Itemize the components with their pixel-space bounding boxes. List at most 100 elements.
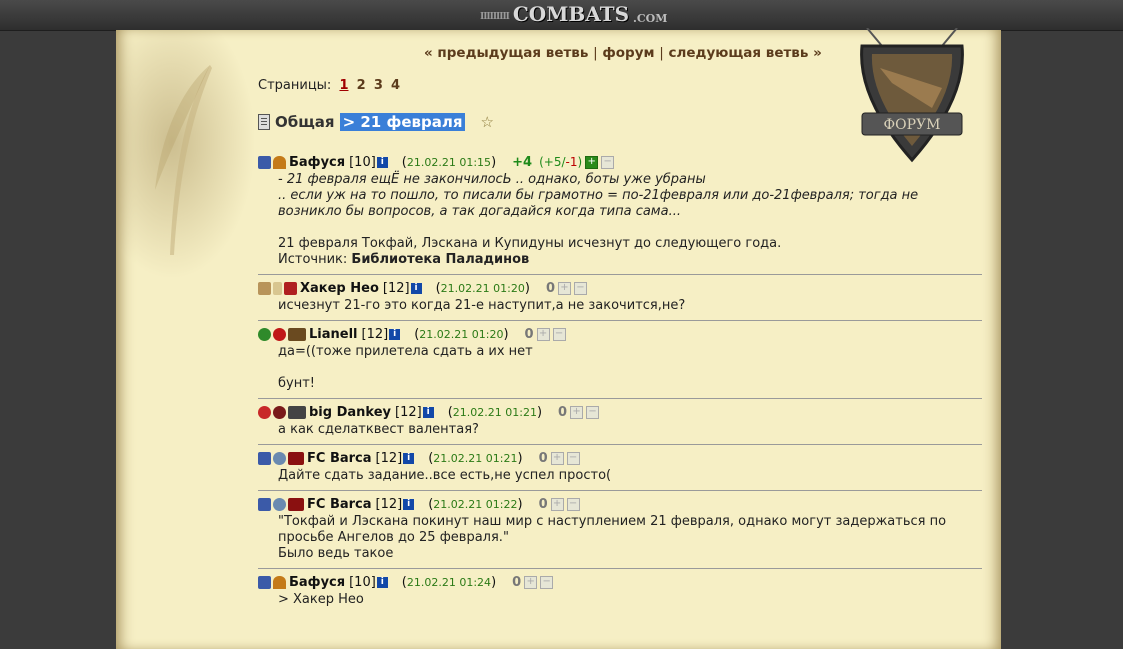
post-level: [12] [361, 326, 389, 342]
post: FC Barca [12] i (21.02.21 01:22) 0 + − "… [258, 491, 982, 569]
clan-emblem-icon[interactable] [273, 155, 286, 169]
vote-minus-button[interactable]: − [552, 327, 566, 341]
post-score: 0 [558, 404, 568, 420]
post-author[interactable]: FC Barca [307, 497, 372, 512]
forum-badge-icon[interactable]: ФОРУМ [842, 28, 982, 168]
post-level: [10] [349, 154, 376, 170]
post-author[interactable]: Бафуся [289, 575, 345, 590]
clan-emblem-icon[interactable] [273, 327, 286, 341]
post: Бафуся [10] i (21.02.21 01:15) +4 (+5/-1… [258, 150, 982, 275]
source-link[interactable]: Библиотека Паладинов [351, 252, 529, 267]
post-body: да=((тоже прилетела сдать а их нет [278, 344, 533, 359]
post-time: (21.02.21 01:21) [447, 404, 543, 420]
thread-title: Общая > 21 февраля ☆ [258, 113, 494, 131]
vote-minus-button[interactable]: − [586, 405, 600, 419]
post-score: 0 [524, 326, 534, 342]
vote-minus-button[interactable]: − [566, 497, 580, 511]
info-icon[interactable]: i [403, 498, 415, 510]
post-body-extra: 21 февраля Токфай, Лэскана и Купидуны ис… [278, 236, 782, 267]
post-body: - 21 февраля ещЁ не закончилосЬ .. однак… [278, 172, 919, 219]
vote-plus-button[interactable]: + [550, 497, 564, 511]
post-body: "Токфай и Лэскана покинут наш мир с наст… [278, 514, 947, 561]
post-author[interactable]: FC Barca [307, 451, 372, 466]
vote-minus-button[interactable]: − [601, 155, 615, 169]
post-body: > Хакер Нео [278, 592, 364, 607]
vote-plus-button[interactable]: + [557, 281, 571, 295]
post-body: а как сделатквест валентая? [278, 422, 479, 437]
page-link-4[interactable]: 4 [391, 78, 400, 93]
thread-name: > 21 февраля [339, 113, 466, 131]
vote-plus-button[interactable]: + [524, 575, 538, 589]
info-icon[interactable]: i [410, 282, 422, 294]
post-time: (21.02.21 01:21) [428, 450, 523, 466]
post-level: [12] [375, 496, 403, 512]
info-icon[interactable]: i [389, 328, 401, 340]
logo-domain: .COM [633, 12, 668, 25]
post: Lianell [12] i (21.02.21 01:20) 0 + − да… [258, 321, 982, 399]
next-thread-link[interactable]: следующая ветвь » [669, 45, 822, 61]
vote-plus-button[interactable]: + [585, 155, 599, 169]
post-score: 0 [538, 496, 548, 512]
page-link-3[interactable]: 3 [374, 78, 383, 93]
top-bar: IIIIIIIII COMBATS .COM [0, 0, 1123, 31]
clan-emblem-icon[interactable] [284, 281, 297, 295]
pagination: Страницы: 1 2 3 4 [258, 78, 400, 93]
forum-badge-label: ФОРУМ [884, 117, 941, 133]
logo-name: COMBATS [512, 2, 630, 26]
vote-plus-button[interactable]: + [550, 451, 564, 465]
page-link-2[interactable]: 2 [357, 78, 366, 93]
nav-separator: | [659, 45, 664, 61]
rank-icon [288, 327, 306, 341]
post-author[interactable]: Lianell [309, 327, 358, 342]
info-icon[interactable]: i [376, 576, 388, 588]
post-author[interactable]: Бафуся [289, 155, 345, 170]
post: Бафуся [10] i (21.02.21 01:24) 0 + − > Х… [258, 569, 982, 614]
rank-icon [288, 405, 306, 419]
vote-minus-button[interactable]: − [566, 451, 580, 465]
clan-emblem-icon[interactable] [273, 405, 286, 419]
thread-category[interactable]: Общая [275, 113, 335, 131]
vote-minus-button[interactable]: − [540, 575, 554, 589]
post: Хакер Нео [12] i (21.02.21 01:20) 0 + − … [258, 275, 982, 321]
clan-emblem-icon[interactable] [288, 451, 304, 465]
forum-link[interactable]: форум [602, 45, 654, 61]
post-time: (21.02.21 01:15) [401, 154, 497, 170]
info-icon[interactable]: i [403, 452, 415, 464]
post-score: 0 [538, 450, 548, 466]
post-level: [12] [382, 280, 410, 296]
align-icon [258, 155, 271, 169]
favorite-star-icon[interactable]: ☆ [480, 113, 493, 131]
clan-emblem-icon[interactable] [288, 497, 304, 511]
vote-plus-button[interactable]: + [536, 327, 550, 341]
post-author[interactable]: big Dankey [309, 405, 391, 420]
clan-emblem-icon[interactable] [273, 575, 286, 589]
vote-minus-button[interactable]: − [573, 281, 587, 295]
vote-plus-button[interactable]: + [570, 405, 584, 419]
combats-logo[interactable]: IIIIIIIII COMBATS .COM [480, 2, 668, 26]
post-level: [10] [349, 574, 376, 590]
align-icon [258, 575, 271, 589]
info-icon[interactable]: i [422, 406, 434, 418]
post-author[interactable]: Хакер Нео [300, 281, 379, 296]
post-score: 0 [545, 280, 555, 296]
post-list: Бафуся [10] i (21.02.21 01:15) +4 (+5/-1… [258, 150, 982, 614]
page-link-1[interactable]: 1 [339, 78, 348, 93]
ring-icon [273, 451, 286, 465]
ring-icon [273, 497, 286, 511]
align-icon [258, 405, 271, 419]
post-level: [12] [375, 450, 403, 466]
pagination-label: Страницы: [258, 78, 332, 93]
post: big Dankey [12] i (21.02.21 01:21) 0 + −… [258, 399, 982, 445]
post-body: исчезнут 21-го это когда 21-е наступит,а… [278, 298, 686, 313]
post: FC Barca [12] i (21.02.21 01:21) 0 + − Д… [258, 445, 982, 491]
align-icon [258, 327, 271, 341]
align-icon [258, 451, 271, 465]
prev-thread-link[interactable]: « предыдущая ветвь [424, 45, 588, 61]
post-time: (21.02.21 01:24) [401, 574, 497, 590]
thread-navigation: « предыдущая ветвь | форум | следующая в… [424, 45, 822, 61]
post-time: (21.02.21 01:22) [428, 496, 523, 512]
info-icon[interactable]: i [376, 156, 388, 168]
post-score: 0 [512, 574, 522, 590]
post-time: (21.02.21 01:20) [414, 326, 509, 342]
document-icon [258, 114, 270, 130]
